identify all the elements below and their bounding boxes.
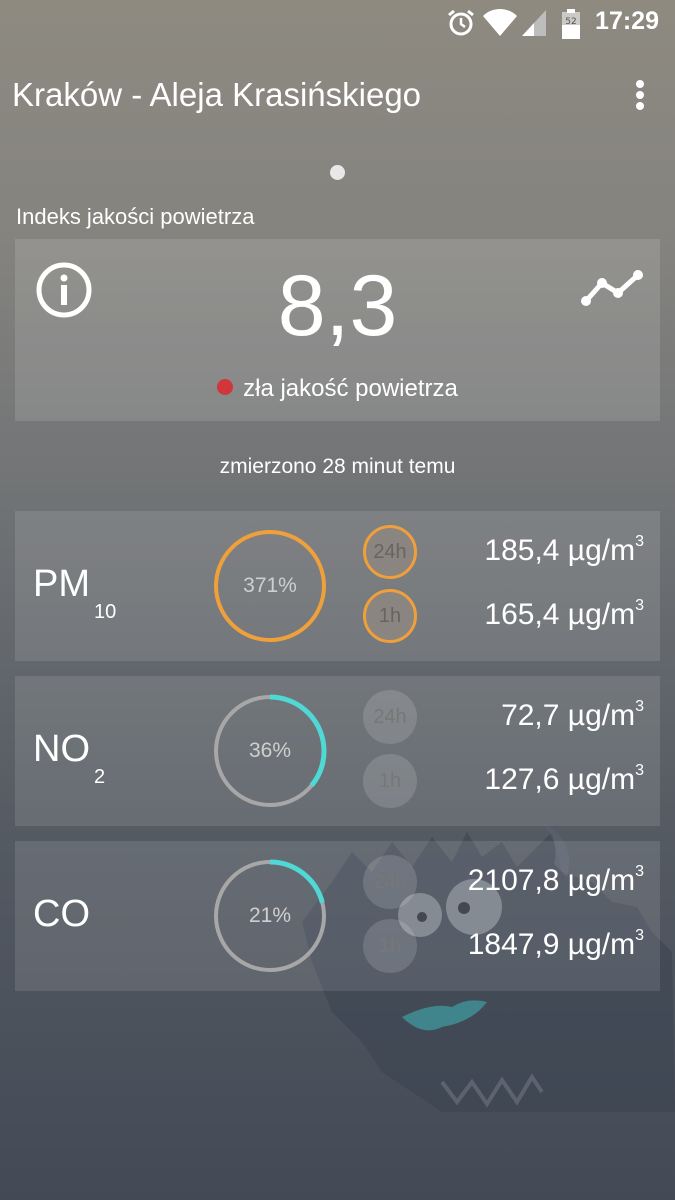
aqi-value: 8,3 — [277, 258, 398, 354]
page-indicator-dot — [330, 165, 345, 180]
pollutant-card-no2[interactable]: NO2 36% 24h 1h 72,7 µg/m3 127,6 µg/m3 — [15, 676, 660, 826]
pollutant-name: NO2 — [33, 728, 106, 788]
aqi-section-label: Indeks jakości powietrza — [16, 204, 255, 229]
pollutant-card-co[interactable]: CO 21% 24h 1h 2107,8 µg/m3 1847,9 µg/m3 — [15, 841, 660, 991]
value-24h: 2107,8 µg/m3 — [467, 863, 644, 897]
value-24h: 185,4 µg/m3 — [484, 533, 644, 567]
clock: 17:29 — [595, 7, 659, 35]
pollutant-name: PM10 — [33, 563, 117, 623]
badge-24h: 24h — [363, 690, 417, 744]
value-24h: 72,7 µg/m3 — [501, 698, 644, 732]
signal-icon — [522, 10, 546, 36]
badge-24h: 24h — [363, 855, 417, 909]
battery-icon: 52 — [562, 9, 580, 39]
percent-value: 36% — [248, 739, 292, 762]
badge-1h: 1h — [363, 589, 417, 643]
aqi-status: zła jakość powietrza — [15, 375, 660, 403]
trend-icon[interactable] — [580, 267, 644, 307]
percent-value: 21% — [248, 904, 292, 927]
percent-value: 371% — [243, 574, 297, 597]
pollutant-card-pm10[interactable]: PM10 371% 24h 1h 185,4 µg/m3 165,4 µg/m3 — [15, 511, 660, 661]
status-bar: 52 17:29 — [0, 0, 675, 48]
value-1h: 1847,9 µg/m3 — [467, 927, 644, 961]
badge-1h: 1h — [363, 754, 417, 808]
aqi-status-text: zła jakość powietrza — [243, 375, 458, 402]
status-dot — [217, 379, 234, 395]
more-vert-icon[interactable] — [633, 80, 647, 116]
station-title: Kraków - Aleja Krasińskiego — [12, 76, 422, 113]
measured-time: zmierzono 28 minut temu — [219, 455, 456, 478]
wifi-icon — [483, 8, 517, 36]
value-1h: 165,4 µg/m3 — [484, 597, 644, 631]
svg-text:52: 52 — [565, 17, 576, 27]
badge-24h: 24h — [363, 525, 417, 579]
badge-1h: 1h — [363, 919, 417, 973]
value-1h: 127,6 µg/m3 — [484, 762, 644, 796]
aqi-card: 8,3 zła jakość powietrza — [15, 239, 660, 421]
alarm-icon — [448, 9, 474, 36]
pollutant-name: CO — [33, 893, 90, 935]
